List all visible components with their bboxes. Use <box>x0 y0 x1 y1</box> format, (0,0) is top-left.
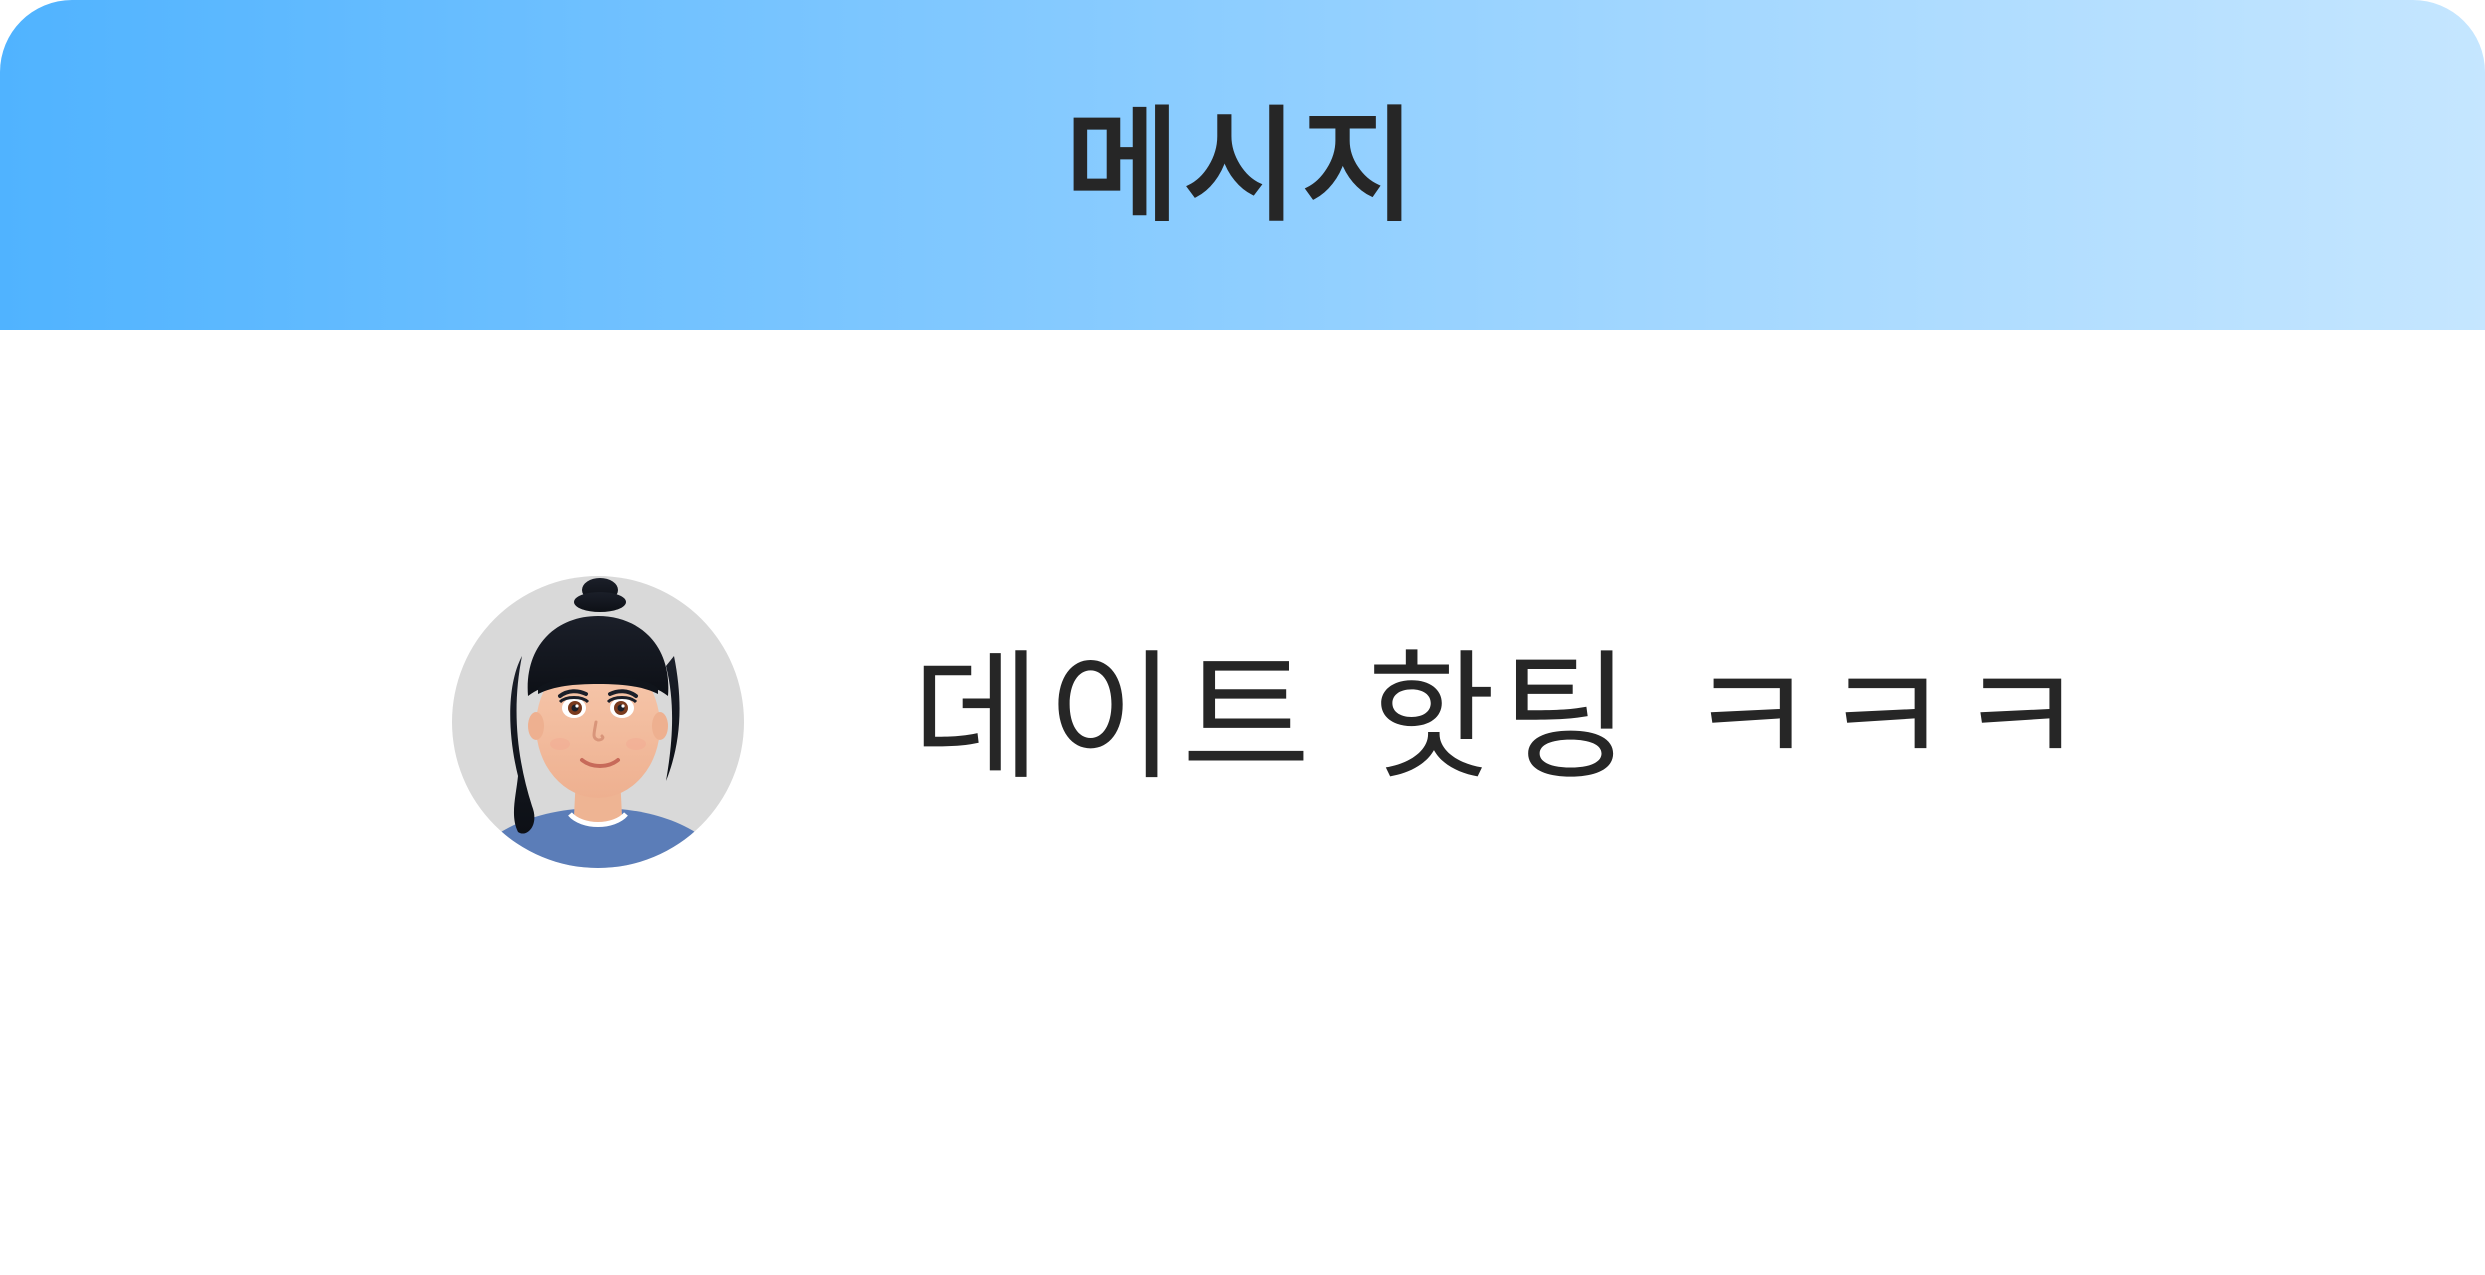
user-avatar-icon <box>452 576 744 868</box>
message-screen: 메시지 데이트 핫팅 ㅋㅋㅋ <box>0 0 2485 1275</box>
message-item[interactable]: 데이트 핫팅 ㅋㅋㅋ <box>452 574 2091 870</box>
header-bar: 메시지 <box>0 0 2485 330</box>
header-title: 메시지 <box>1065 95 1420 239</box>
message-text: 데이트 핫팅 ㅋㅋㅋ <box>912 637 2092 800</box>
